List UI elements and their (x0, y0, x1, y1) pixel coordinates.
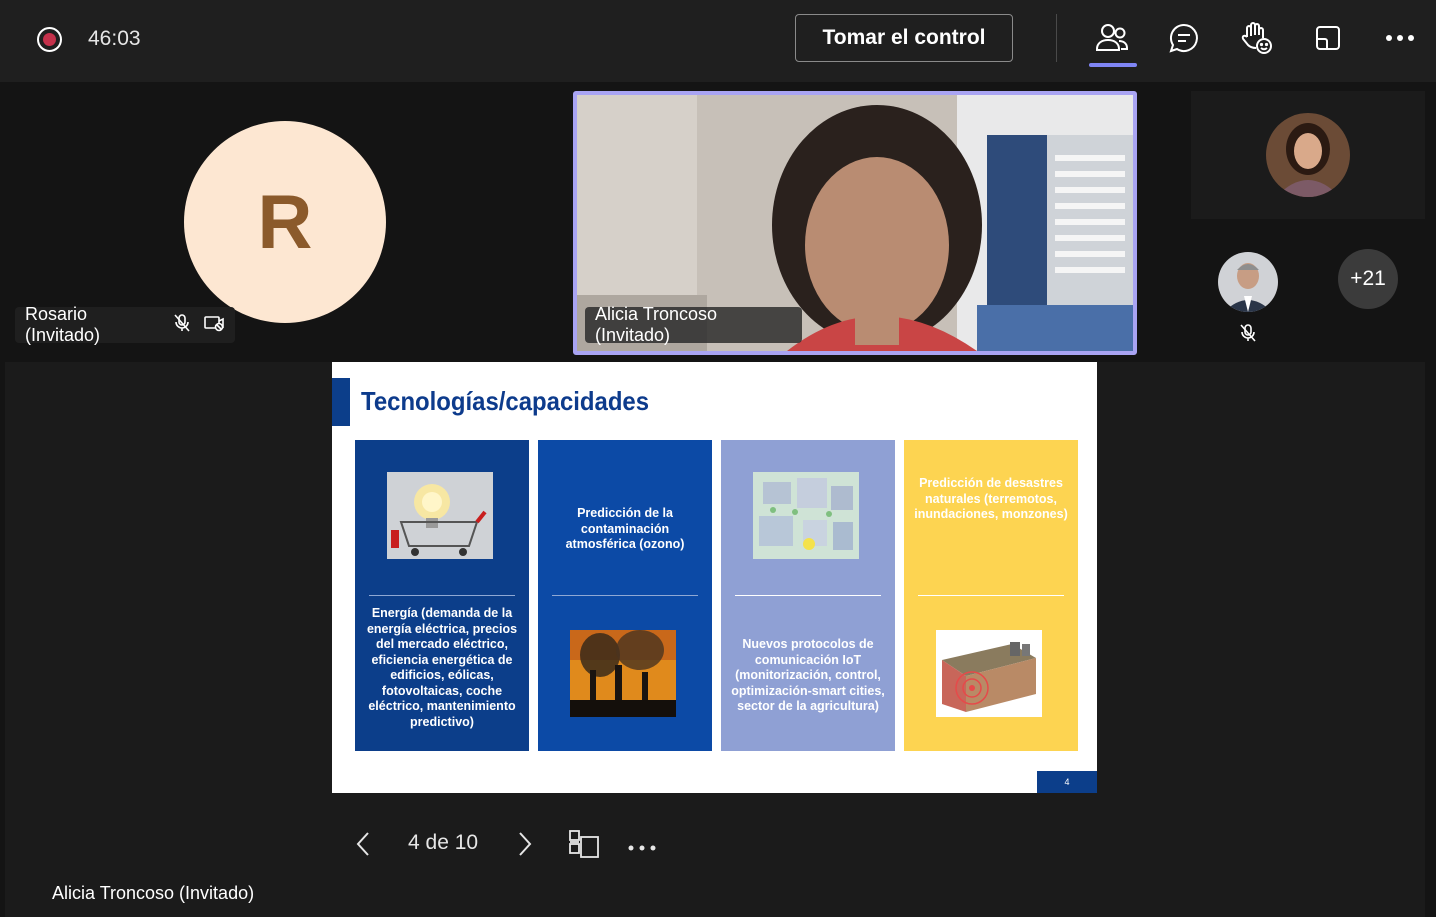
column-text: Nuevos protocolos de comunicación IoT (m… (731, 637, 885, 713)
column-text: Predicción de desastres naturales (terre… (914, 476, 1068, 521)
participant-nametag: Alicia Troncoso (Invitado) (585, 304, 802, 345)
column-divider (918, 595, 1064, 596)
chat-icon[interactable] (1166, 20, 1202, 56)
raise-hand-icon[interactable] (1238, 20, 1274, 56)
toolbar-divider (1056, 14, 1057, 62)
camera-off-icon (203, 314, 225, 337)
meeting-toolbar: 46:03 Tomar el control (0, 0, 1436, 82)
mic-muted-icon (1238, 323, 1258, 343)
earthquake-diagram-image (936, 630, 1042, 717)
column-divider (735, 595, 881, 596)
slide-page-indicator: 4 de 10 (408, 831, 479, 854)
meeting-timer: 46:03 (88, 27, 141, 50)
slide-title: Tecnologías/capacidades (361, 386, 650, 416)
slide-page-number: 4 (1037, 771, 1097, 793)
slide-column-disasters: Predicción de desastres naturales (terre… (904, 440, 1078, 751)
share-tray-icon[interactable] (1310, 20, 1346, 56)
avatar (1218, 252, 1278, 312)
column-divider (369, 595, 515, 596)
previous-slide-button[interactable] (350, 830, 378, 858)
slide-column-energy: Energía (demanda de la energía eléctrica… (355, 440, 529, 751)
slide-column-pollution: Predicción de la contaminación atmosféri… (538, 440, 712, 751)
mic-muted-icon (173, 313, 191, 338)
avatar: R (184, 121, 386, 323)
avatar (1266, 113, 1350, 197)
participant-name: Alicia Troncoso (Invitado) (595, 304, 718, 345)
slide-column-iot: Nuevos protocolos de comunicación IoT (m… (721, 440, 895, 751)
slide-title-accent (332, 378, 350, 426)
participant-name: Rosario (Invitado) (25, 304, 101, 345)
column-text: Energía (demanda de la energía eléctrica… (366, 606, 518, 729)
next-slide-button[interactable] (510, 830, 538, 858)
participant-nametag: Rosario (Invitado) (15, 304, 235, 345)
people-active-indicator (1089, 63, 1137, 67)
presentation-slide: Tecnologías/capacidades Energía (demanda… (332, 362, 1097, 793)
record-icon (37, 27, 62, 52)
slide-more-options-button[interactable] (627, 833, 657, 853)
presenter-name: Alicia Troncoso (Invitado) (52, 883, 255, 903)
lightbulb-cart-image (387, 472, 493, 559)
more-icon[interactable] (1382, 20, 1418, 56)
smart-city-image (753, 472, 859, 559)
factory-smoke-image (570, 630, 676, 717)
slide-grid-view-button[interactable] (568, 829, 600, 859)
column-text: Predicción de la contaminación atmosféri… (565, 506, 685, 551)
more-participants-badge[interactable]: +21 (1338, 249, 1398, 309)
people-icon[interactable] (1094, 20, 1130, 56)
take-control-button[interactable]: Tomar el control (795, 14, 1013, 62)
column-divider (552, 595, 698, 596)
